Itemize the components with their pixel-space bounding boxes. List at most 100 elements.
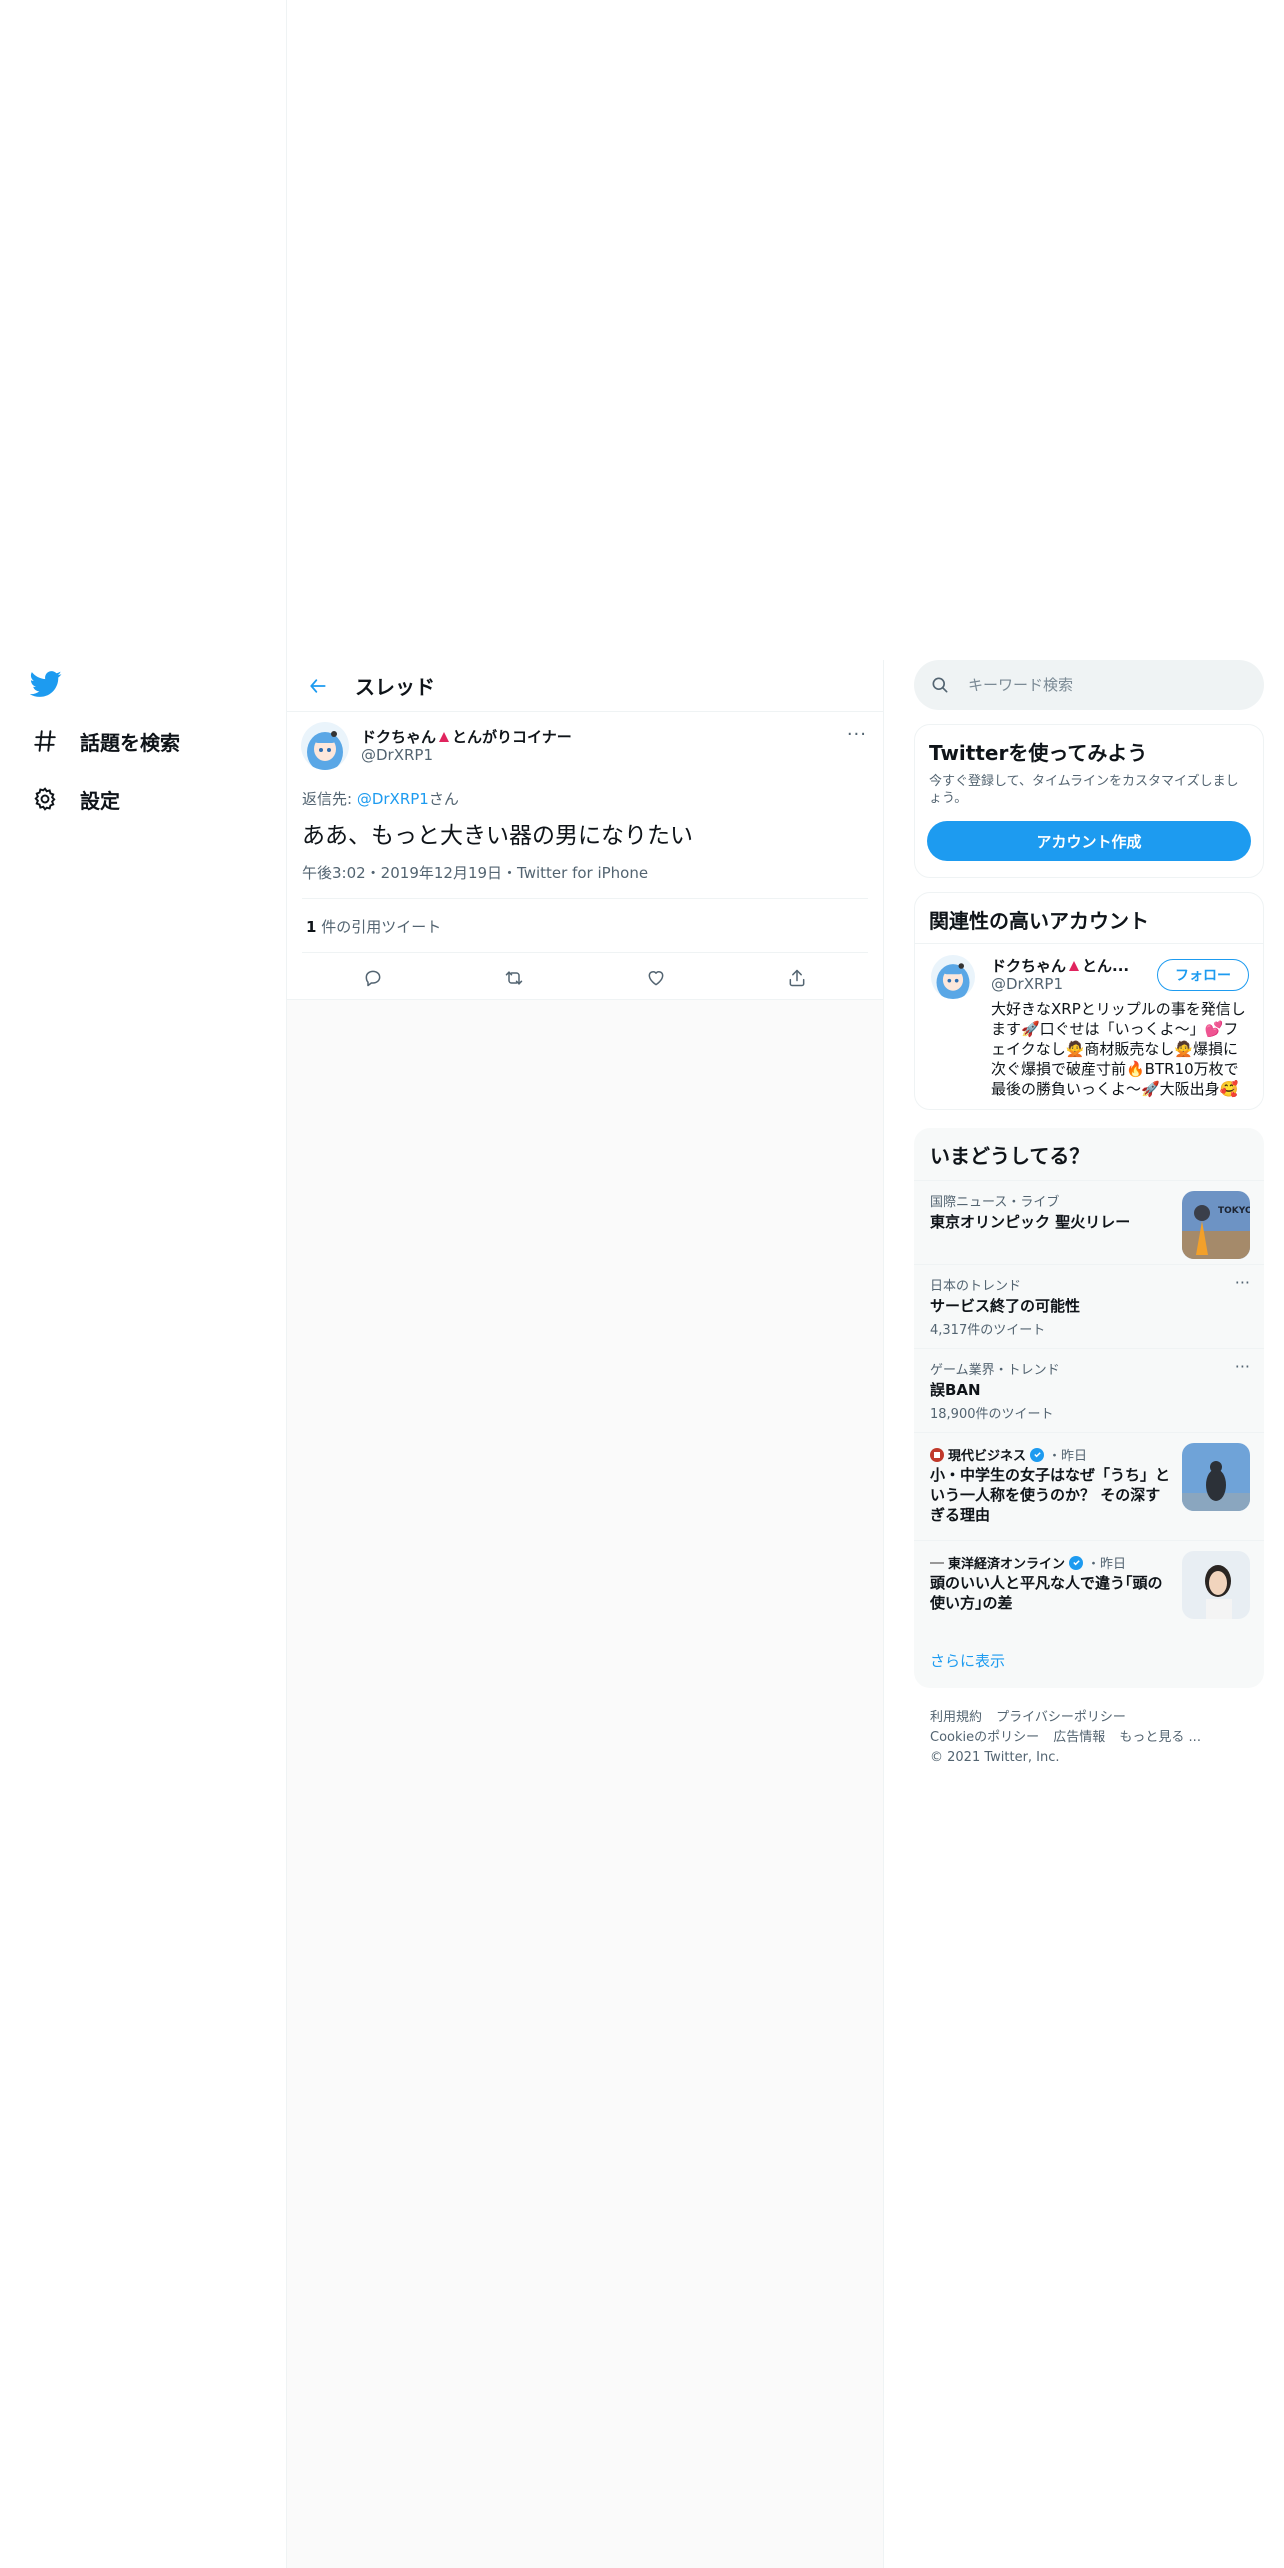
search-bar[interactable] [914,660,1264,710]
retweet-button[interactable] [494,958,534,998]
privacy-link[interactable]: プライバシーポリシー [996,1710,1126,1725]
left-nav: 話題を検索 設定 [0,0,286,2568]
heart-icon [648,971,664,986]
trend-item[interactable]: 日本のトレンド ··· サービス終了の可能性 4,317件のツイート [914,1264,1264,1348]
reply-to-link[interactable]: @DrXRP1 [357,790,429,808]
hashtag-icon [30,726,60,756]
author-handle[interactable]: @DrXRP1 [361,746,433,764]
copyright: © 2021 Twitter, Inc. [930,1750,1060,1765]
more-options-icon[interactable]: ··· [1235,1273,1250,1292]
news-thumbnail [1182,1551,1250,1619]
related-name-text: ドクちゃん [991,957,1067,975]
news-headline: 頭のいい人と平凡な人で違う｢頭の使い方｣の差 [930,1574,1163,1612]
header-spacer [287,0,885,660]
related-account-bio: 大好きなXRPとリップルの事を発信します🚀口ぐせは「いっくよ〜」💕フェイクなし🙅… [991,1000,1246,1098]
related-account-name[interactable]: ドクちゃん とん... [991,955,1129,976]
more-options-icon[interactable]: ··· [847,724,867,745]
news-source-name: 現代ビジネス [948,1449,1027,1464]
trend-item[interactable]: ゲーム業界・トレンド ··· 誤BAN 18,900件のツイート [914,1348,1264,1432]
avatar[interactable] [931,955,975,999]
news-item[interactable]: 現代ビジネス ・昨日 小・中学生の女子はなぜ「うち」という一人称を使うのか？ そ… [914,1432,1264,1540]
divider [302,952,868,953]
like-button[interactable] [636,958,676,998]
signup-title: Twitterを使ってみよう [929,741,1148,765]
trend-count: 4,317件のツイート [930,1323,1046,1338]
reply-to-suffix: さん [428,790,459,808]
quote-label: 件の引用ツイート [316,918,442,936]
author-name[interactable]: ドクちゃん とんがりコイナー [361,726,572,747]
search-icon [932,677,948,693]
quote-tweets-link[interactable]: 1 件の引用ツイート [306,916,441,937]
reply-icon [365,970,381,987]
nav-item-label: 設定 [80,788,120,813]
trends-title: いまどうしてる？ [930,1144,1090,1168]
more-options-icon[interactable]: ··· [1235,1357,1250,1376]
page-title: スレッド [355,675,435,699]
center-column: スレッド ドクちゃん とんがりコイナー @DrXRP1 ··· 返信先: @Dr… [286,0,885,2568]
back-button[interactable] [301,669,335,703]
news-time: ・昨日 [1087,1557,1127,1572]
author-name-suffix: とんがりコイナー [452,728,572,746]
divider [302,898,868,899]
red-triangle-icon [1069,960,1080,971]
search-input[interactable] [968,676,1228,694]
share-button[interactable] [777,958,817,998]
reply-to-prefix: 返信先: [302,790,357,808]
trend-name: 誤BAN [930,1381,981,1399]
tweet-actions [302,956,868,1000]
related-title: 関連性の高いアカウント [929,909,1149,933]
arrow-left-icon [310,678,326,693]
nav-item-settings[interactable]: 設定 [30,779,120,819]
verified-badge-icon [1030,1447,1045,1462]
trend-item[interactable]: 国際ニュース・ライブ 東京オリンピック 聖火リレー TOKYO [914,1180,1264,1264]
nav-item-label: 話題を検索 [80,730,180,755]
news-source: 東洋経済オンライン ・昨日 [930,1553,1126,1572]
news-source-name: 東洋経済オンライン [948,1557,1066,1572]
divider [915,943,1263,944]
trend-count: 18,900件のツイート [930,1407,1054,1422]
tweet-timestamp[interactable]: 午後3:02・2019年12月19日・Twitter for iPhone [302,862,648,883]
red-triangle-icon [439,731,450,742]
reply-to: 返信先: @DrXRP1さん [302,788,459,809]
cookie-link[interactable]: Cookieのポリシー [930,1730,1039,1745]
news-headline: 小・中学生の女子はなぜ「うち」という一人称を使うのか？ その深すぎる理由 [930,1466,1171,1524]
more-link[interactable]: もっと見る ... [1119,1730,1201,1745]
author-name-text: ドクちゃん [361,728,437,746]
trends-card: いまどうしてる？ 国際ニュース・ライブ 東京オリンピック 聖火リレー TOKYO… [914,1128,1264,1688]
trend-category: 国際ニュース・ライブ [930,1195,1060,1210]
trend-name: サービス終了の可能性 [930,1297,1081,1315]
quote-count: 1 [306,918,317,936]
footer-row: 利用規約 プライバシーポリシー [930,1708,1260,1728]
right-sidebar: Twitterを使ってみよう 今すぐ登録して、タイムラインをカスタマイズしましょ… [884,0,1284,2568]
tweet: ドクちゃん とんがりコイナー @DrXRP1 ··· 返信先: @DrXRP1さ… [287,712,883,1000]
thread-header: スレッド [287,660,883,712]
news-thumbnail [1182,1443,1250,1511]
thumb-text: TOKYO [1218,1206,1250,1216]
tweet-text: ああ、もっと大きい器の男になりたい [302,823,693,849]
verified-badge-icon [1069,1555,1084,1570]
footer-row: Cookieのポリシー 広告情報 もっと見る ... [930,1728,1260,1748]
trend-name: 東京オリンピック 聖火リレー [930,1213,1131,1231]
source-logo-icon [930,1561,944,1564]
retweet-icon [506,971,523,985]
trend-category: ゲーム業界・トレンド [930,1363,1060,1378]
share-icon [789,969,805,987]
terms-link[interactable]: 利用規約 [930,1710,982,1725]
twitter-bird-icon[interactable] [29,668,62,700]
related-accounts-card: 関連性の高いアカウント ドクちゃん とん... @DrXRP1 フォロー 大好き… [914,892,1264,1110]
news-item[interactable]: 東洋経済オンライン ・昨日 頭のいい人と平凡な人で違う｢頭の使い方｣の差 [914,1540,1264,1636]
gear-icon [30,784,60,814]
create-account-button[interactable]: アカウント作成 [927,821,1251,861]
ads-info-link[interactable]: 広告情報 [1053,1730,1105,1745]
nav-item-explore[interactable]: 話題を検索 [30,721,180,761]
show-more-link[interactable]: さらに表示 [930,1650,1005,1671]
source-logo-icon [930,1447,944,1462]
signup-description: 今すぐ登録して、タイムラインをカスタマイズしましょう。 [929,774,1239,806]
trend-category: 日本のトレンド [930,1279,1022,1294]
avatar[interactable] [301,722,349,770]
signup-card: Twitterを使ってみよう 今すぐ登録して、タイムラインをカスタマイズしましょ… [914,724,1264,878]
follow-button[interactable]: フォロー [1157,959,1249,991]
reply-button[interactable] [353,958,393,998]
news-source: 現代ビジネス ・昨日 [930,1445,1087,1464]
related-account-handle[interactable]: @DrXRP1 [991,975,1063,993]
